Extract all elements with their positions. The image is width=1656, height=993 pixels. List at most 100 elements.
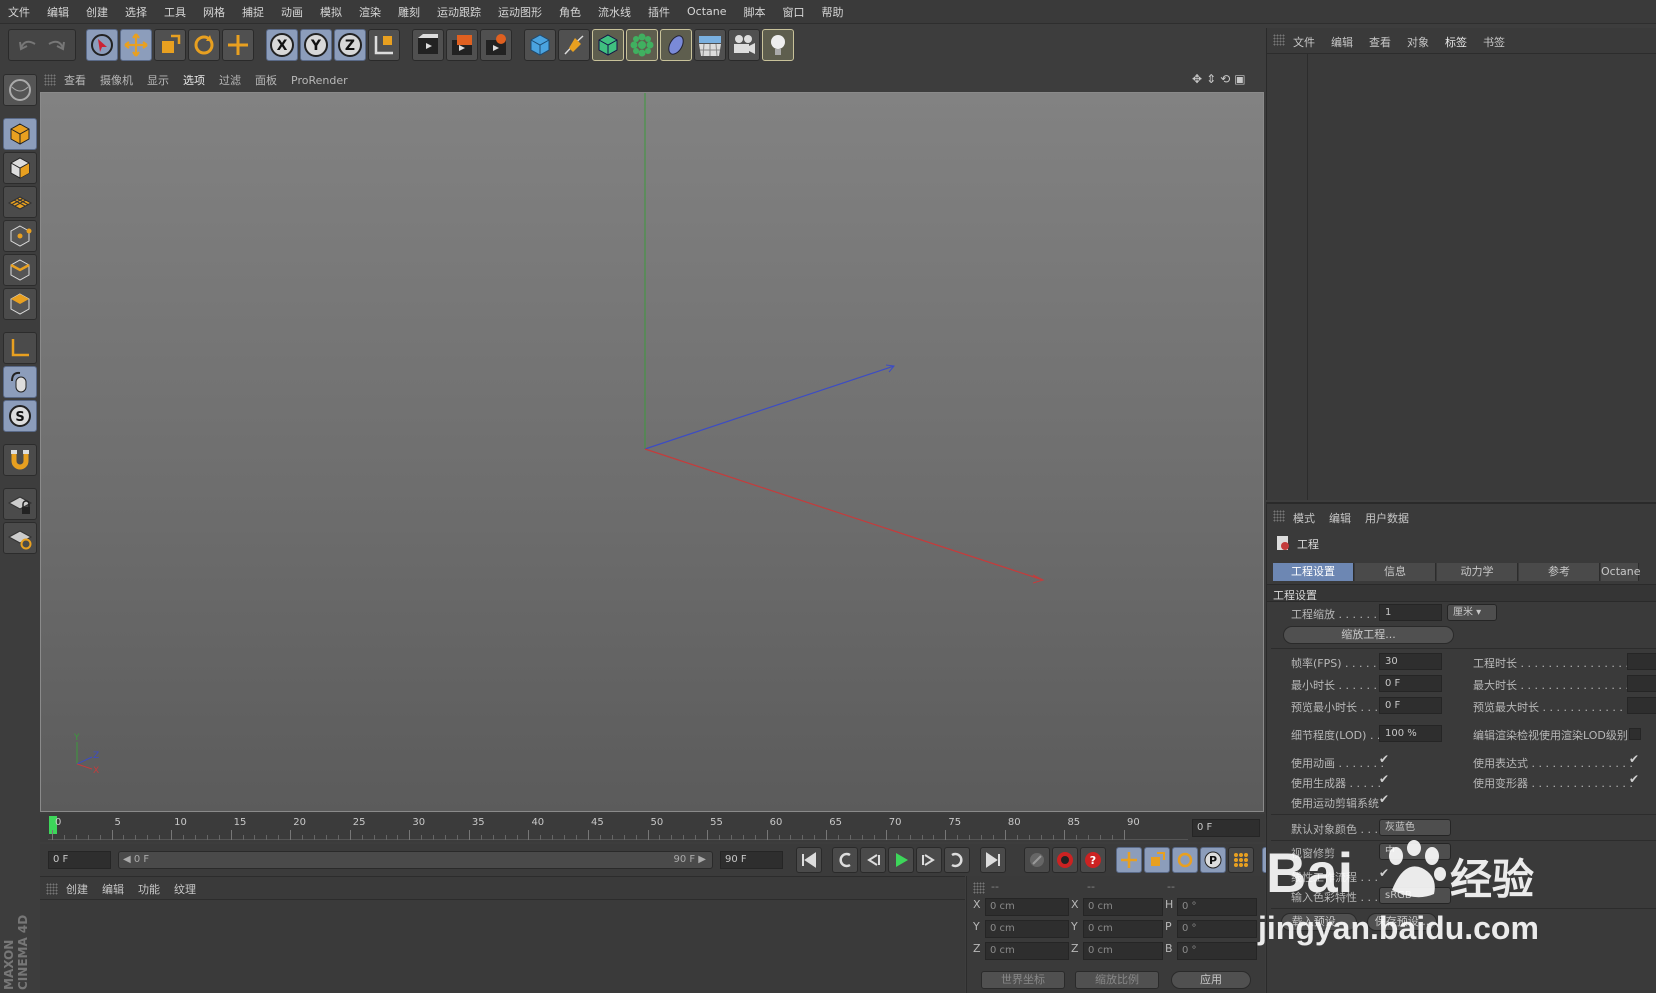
orbit-icon[interactable]: ⟲ [1220, 72, 1230, 88]
subdivision-surface-button[interactable] [592, 29, 624, 61]
attribute-tab[interactable]: 参考 [1519, 563, 1600, 581]
project-length-field[interactable] [1627, 653, 1656, 670]
menu-item[interactable]: 渲染 [359, 4, 381, 20]
attribute-tab[interactable]: Octane [1601, 563, 1641, 581]
material-menu-item[interactable]: 功能 [138, 881, 160, 897]
view-clip-dropdown[interactable]: 中 [1379, 843, 1451, 860]
menu-item[interactable]: 模拟 [320, 4, 342, 20]
menu-item[interactable]: 选择 [125, 4, 147, 20]
default-color-dropdown[interactable]: 灰蓝色 [1379, 819, 1451, 836]
tweak-mode-button[interactable] [3, 366, 37, 398]
viewport-menu-item[interactable]: ProRender [291, 74, 348, 87]
goto-end-button[interactable] [980, 847, 1006, 873]
size-field[interactable]: 0 cm [1083, 942, 1163, 960]
menu-item[interactable]: 文件 [8, 4, 30, 20]
play-button[interactable] [888, 847, 914, 873]
menu-item[interactable]: 动画 [281, 4, 303, 20]
min-time-field[interactable]: 0 F [1379, 675, 1442, 692]
lod-field[interactable]: 100 % [1379, 725, 1442, 742]
viewport-menu-item[interactable]: 过滤 [219, 72, 241, 88]
solo-mode-button[interactable]: S [3, 400, 37, 432]
material-menu-item[interactable]: 编辑 [102, 881, 124, 897]
record-active-button[interactable] [1024, 847, 1050, 873]
next-frame-button[interactable] [916, 847, 942, 873]
menu-item[interactable]: 帮助 [822, 4, 844, 20]
y-axis-lock[interactable]: Y [300, 29, 332, 61]
scale-tool[interactable] [154, 29, 186, 61]
start-frame-field[interactable]: 0 F [48, 851, 111, 869]
project-scale-unit-dropdown[interactable]: 厘米 ▾ [1447, 604, 1497, 621]
load-preset-button[interactable]: 载入预设... [1281, 913, 1357, 931]
render-lod-checkbox[interactable] [1629, 728, 1641, 740]
rotation-field[interactable]: 0 ° [1177, 898, 1257, 916]
material-menu-item[interactable]: 创建 [66, 881, 88, 897]
timeline-track[interactable]: 0 5 10 15 20 25 30 35 40 45 50 55 60 65 70 75 80 85 90 [48, 816, 1188, 840]
end-frame-field[interactable]: 90 F [720, 851, 783, 869]
goto-start-button[interactable] [796, 847, 822, 873]
use-deformer-checkbox[interactable]: ✔ [1629, 772, 1639, 786]
position-field[interactable]: 0 cm [985, 898, 1069, 916]
use-generator-checkbox[interactable]: ✔ [1379, 772, 1389, 786]
input-color-dropdown[interactable]: sRGB [1379, 887, 1451, 904]
cloner-button[interactable] [626, 29, 658, 61]
redo-icon[interactable] [42, 32, 70, 58]
pan-icon[interactable]: ✥ [1192, 72, 1202, 88]
menu-item[interactable]: 窗口 [783, 4, 805, 20]
size-field[interactable]: 0 cm [1083, 920, 1163, 938]
attribute-tab[interactable]: 信息 [1355, 563, 1436, 581]
world-coords-dropdown[interactable]: 世界坐标 [981, 971, 1065, 989]
rotation-field[interactable]: 0 ° [1177, 920, 1257, 938]
lock-workplane-button[interactable] [3, 488, 37, 520]
edge-mode-button[interactable] [3, 254, 37, 286]
live-select-tool[interactable] [222, 29, 254, 61]
project-scale-field[interactable]: 1 [1379, 604, 1442, 621]
object-menu-item[interactable]: 查看 [1369, 34, 1391, 50]
key-position-button[interactable] [1116, 847, 1142, 873]
key-rotation-button[interactable] [1172, 847, 1198, 873]
keyframe-selection-button[interactable]: ? [1080, 847, 1106, 873]
rotate-tool[interactable] [188, 29, 220, 61]
menu-item[interactable]: 编辑 [47, 4, 69, 20]
menu-item[interactable]: 插件 [648, 4, 670, 20]
rotation-field[interactable]: 0 ° [1177, 942, 1257, 960]
linear-workflow-checkbox[interactable]: ✔ [1379, 866, 1389, 880]
menu-item[interactable]: 捕捉 [242, 4, 264, 20]
menu-item[interactable]: 流水线 [598, 4, 631, 20]
scale-project-button[interactable]: 缩放工程... [1283, 626, 1454, 644]
cube-primitive-button[interactable] [524, 29, 556, 61]
viewport-menu-item[interactable]: 摄像机 [100, 72, 133, 88]
render-picture-viewer-button[interactable] [446, 29, 478, 61]
menu-item[interactable]: 脚本 [744, 4, 766, 20]
size-field[interactable]: 0 cm [1083, 898, 1163, 916]
select-cursor-tool[interactable] [86, 29, 118, 61]
x-axis-lock[interactable]: X [266, 29, 298, 61]
coordinate-system-toggle[interactable] [368, 29, 400, 61]
next-key-button[interactable] [944, 847, 970, 873]
dolly-icon[interactable]: ⇕ [1206, 72, 1216, 88]
pen-spline-button[interactable] [558, 29, 590, 61]
model-mode-button[interactable] [3, 118, 37, 150]
floor-button[interactable] [694, 29, 726, 61]
object-menu-item[interactable]: 文件 [1293, 34, 1315, 50]
viewport-menu-item[interactable]: 查看 [64, 72, 86, 88]
max-time-field[interactable] [1627, 675, 1656, 692]
object-menu-item[interactable]: 书签 [1483, 34, 1505, 50]
use-expression-checkbox[interactable]: ✔ [1629, 752, 1639, 766]
use-animation-checkbox[interactable]: ✔ [1379, 752, 1389, 766]
z-axis-lock[interactable]: Z [334, 29, 366, 61]
menu-item[interactable]: 雕刻 [398, 4, 420, 20]
object-menu-item[interactable]: 标签 [1445, 34, 1467, 50]
key-pla-button[interactable] [1228, 847, 1254, 873]
scale-mode-dropdown[interactable]: 缩放比例 [1075, 971, 1159, 989]
menu-item[interactable]: 创建 [86, 4, 108, 20]
prev-frame-button[interactable] [860, 847, 886, 873]
attribute-tab[interactable]: 动力学 [1437, 563, 1518, 581]
menu-item[interactable]: 角色 [559, 4, 581, 20]
attribute-tab[interactable]: 工程设置 [1273, 563, 1354, 581]
workplane-mode-button[interactable] [3, 186, 37, 218]
menu-item[interactable]: 运动图形 [498, 4, 542, 20]
viewport-menu-item[interactable]: 面板 [255, 72, 277, 88]
position-field[interactable]: 0 cm [985, 942, 1069, 960]
key-scale-button[interactable] [1144, 847, 1170, 873]
menu-item[interactable]: 工具 [164, 4, 186, 20]
